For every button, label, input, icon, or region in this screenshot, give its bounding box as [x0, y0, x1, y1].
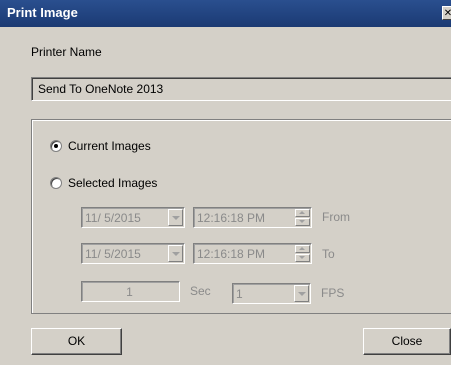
- close-button[interactable]: Close: [363, 328, 451, 355]
- from-date-value: 11/ 5/2015: [85, 211, 141, 225]
- fps-select[interactable]: 1: [232, 283, 311, 304]
- current-images-radio[interactable]: [50, 140, 62, 152]
- interval-value: 1: [126, 285, 133, 299]
- from-time-spinner[interactable]: [295, 209, 310, 226]
- interval-input[interactable]: 1: [81, 281, 180, 302]
- sec-label: Sec: [190, 284, 211, 298]
- printer-name-label: Printer Name: [31, 45, 102, 59]
- to-date-value: 11/ 5/2015: [85, 247, 141, 261]
- to-time-value: 12:16:18 PM: [197, 247, 266, 261]
- radio-dot: [54, 144, 58, 148]
- selected-images-label[interactable]: Selected Images: [68, 176, 157, 190]
- from-time-value: 12:16:18 PM: [197, 211, 266, 225]
- fps-value: 1: [236, 287, 243, 301]
- printer-select-value: Send To OneNote 2013: [38, 82, 164, 96]
- title-bar: Print Image ✕: [0, 0, 451, 27]
- to-date-picker[interactable]: 11/ 5/2015: [81, 243, 185, 264]
- close-icon[interactable]: ✕: [442, 6, 451, 20]
- selected-images-radio[interactable]: [50, 177, 62, 189]
- from-date-picker[interactable]: 11/ 5/2015: [81, 207, 185, 228]
- from-label: From: [322, 210, 350, 224]
- spin-down-icon[interactable]: [295, 218, 310, 226]
- fps-label: FPS: [321, 286, 345, 300]
- spin-up-icon[interactable]: [295, 209, 310, 217]
- spin-up-icon[interactable]: [295, 245, 310, 253]
- chevron-down-icon[interactable]: [168, 245, 183, 262]
- printer-select[interactable]: Send To OneNote 2013: [31, 77, 451, 101]
- to-label: To: [322, 247, 335, 261]
- to-time-input[interactable]: 12:16:18 PM: [193, 243, 312, 264]
- window-title: Print Image: [7, 5, 78, 20]
- chevron-down-icon[interactable]: [294, 285, 309, 302]
- from-time-input[interactable]: 12:16:18 PM: [193, 207, 312, 228]
- ok-button[interactable]: OK: [31, 328, 122, 355]
- spin-down-icon[interactable]: [295, 254, 310, 262]
- chevron-down-icon[interactable]: [168, 209, 183, 226]
- to-time-spinner[interactable]: [295, 245, 310, 262]
- current-images-label[interactable]: Current Images: [68, 139, 151, 153]
